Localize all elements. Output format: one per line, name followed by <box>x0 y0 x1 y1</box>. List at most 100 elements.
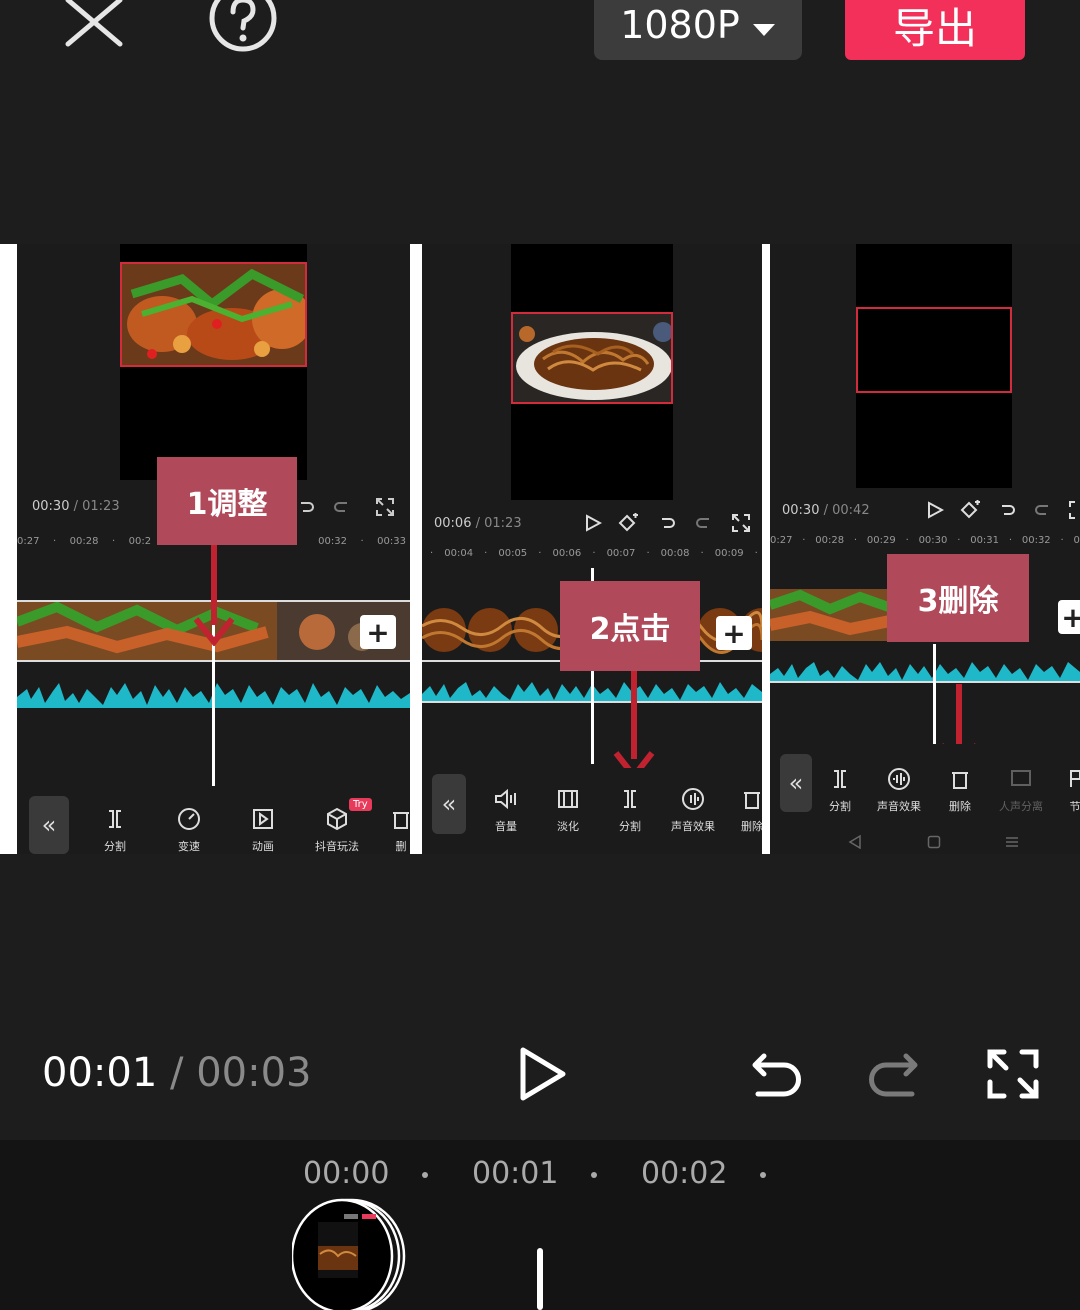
callout-step-2: 2点击 <box>560 581 700 671</box>
red-arrow-head <box>193 616 235 650</box>
collapse-toolbar-button[interactable]: « <box>780 754 812 812</box>
video-canvas <box>511 244 673 500</box>
speed-icon <box>177 806 201 832</box>
tool-delete[interactable]: 删除 <box>740 786 762 834</box>
fullscreen-icon[interactable] <box>731 513 751 537</box>
redo-icon[interactable] <box>1034 501 1052 523</box>
red-arrow <box>631 671 637 759</box>
red-arrow <box>211 545 217 625</box>
callout-step-3: 3删除 <box>887 554 1029 642</box>
undo-icon[interactable] <box>998 501 1016 523</box>
split-icon <box>105 806 125 832</box>
tool-animation[interactable]: 动画 <box>245 806 281 854</box>
fullscreen-icon[interactable] <box>1068 500 1080 524</box>
divider <box>762 244 770 854</box>
tool-split[interactable]: 分割 <box>612 786 648 834</box>
keyframe-icon[interactable] <box>618 513 640 537</box>
redo-icon[interactable] <box>333 498 351 520</box>
undo-icon[interactable] <box>297 498 315 520</box>
export-label: 导出 <box>892 3 977 53</box>
audio-waveform[interactable] <box>770 654 1080 684</box>
callout-step-1: 1调整 <box>157 457 297 545</box>
volume-icon <box>494 786 518 812</box>
toolbar: « 音量 淡化 分割 声音效果 删除 <box>422 768 762 854</box>
divider <box>0 244 17 854</box>
tool-delete[interactable]: 删除 <box>942 766 978 814</box>
tool-voice-separate[interactable]: 人声分离 <box>996 766 1046 814</box>
play-icon[interactable] <box>926 501 945 523</box>
tutorial-panel-3: 00:30 / 00:42 0:27 · 00:28 · 00:29 · 00:30 · 00:… <box>770 244 1080 854</box>
play-icon[interactable] <box>584 514 603 536</box>
timecode: 00:30 / 00:42 <box>782 503 870 518</box>
voice-separate-icon <box>1010 766 1032 792</box>
cube-icon <box>325 806 349 832</box>
food-image-selected[interactable] <box>120 262 307 367</box>
timeline-clip-thumbnail[interactable] <box>290 1196 408 1310</box>
split-icon <box>620 786 640 812</box>
collapse-toolbar-button[interactable]: « <box>432 774 466 834</box>
current-time: 00:01 <box>42 1050 158 1096</box>
redo-icon[interactable] <box>868 1050 920 1104</box>
timeline-playhead[interactable] <box>537 1248 543 1310</box>
video-canvas <box>856 244 1012 488</box>
timeline-tick: 00:01 <box>472 1156 559 1191</box>
sound-effect-icon <box>681 786 705 812</box>
nav-back-icon[interactable] <box>848 834 862 853</box>
nav-menu-icon[interactable] <box>1005 834 1019 853</box>
playback-timecode: 00:01 / 00:03 <box>42 1050 311 1096</box>
close-icon[interactable] <box>62 0 126 48</box>
sound-effect-icon <box>887 766 911 792</box>
tool-douyin-play[interactable]: 抖音玩法 <box>307 806 367 854</box>
toolbar: « 分割 声音效果 删除 人声分离 节 <box>770 744 1080 854</box>
total-time: 00:03 <box>196 1050 312 1096</box>
toolbar: « 分割 变速 动画 抖音玩法 Try 删 <box>17 792 410 854</box>
top-bar: 1080P 导出 <box>0 0 1080 90</box>
add-clip-button[interactable]: + <box>360 615 396 649</box>
add-clip-button[interactable]: + <box>716 616 752 650</box>
tutorial-panel-2: 00:06 / 01:23 · 00:04 · 00:05 · 00:06 · 00:07 · 0… <box>422 244 762 854</box>
tick-dot <box>760 1172 766 1178</box>
beat-icon <box>1068 766 1080 792</box>
resolution-label: 1080P <box>620 3 740 47</box>
tool-sound-effect[interactable]: 声音效果 <box>668 786 718 834</box>
tool-speed[interactable]: 变速 <box>171 806 207 854</box>
timeline-tick: 00:02 <box>641 1156 728 1191</box>
tool-volume[interactable]: 音量 <box>488 786 524 834</box>
fullscreen-icon[interactable] <box>375 497 395 521</box>
redo-icon[interactable] <box>695 514 713 536</box>
delete-icon <box>742 786 762 812</box>
playhead[interactable] <box>933 644 936 744</box>
resolution-dropdown[interactable]: 1080P <box>594 0 802 60</box>
split-icon <box>830 766 850 792</box>
tick-dot <box>591 1172 597 1178</box>
video-canvas <box>120 244 307 480</box>
tool-sound-effect[interactable]: 声音效果 <box>874 766 924 814</box>
tutorial-panel-1: 00:30 / 01:23 0:27 · 00:28 · 00:2 00:32 · 00:33… <box>17 244 410 854</box>
timeline-tick: 00:00 <box>303 1156 390 1191</box>
food-image-selected[interactable] <box>511 312 673 404</box>
add-clip-button[interactable]: + <box>1058 600 1080 634</box>
time-separator: / <box>170 1050 184 1096</box>
video-clip-track[interactable] <box>770 589 900 641</box>
play-icon[interactable] <box>518 1046 568 1106</box>
help-icon[interactable] <box>208 0 278 52</box>
collapse-toolbar-button[interactable]: « <box>29 796 69 854</box>
tool-split[interactable]: 分割 <box>97 806 133 854</box>
animation-icon <box>252 806 274 832</box>
tool-fade[interactable]: 淡化 <box>550 786 586 834</box>
tool-delete[interactable]: 删 <box>389 806 410 854</box>
nav-home-icon[interactable] <box>927 834 941 853</box>
delete-icon <box>950 766 970 792</box>
timecode: 00:06 / 01:23 <box>434 516 522 531</box>
empty-clip-frame[interactable] <box>856 307 1012 393</box>
undo-icon[interactable] <box>750 1050 802 1104</box>
tool-beat[interactable]: 节 <box>1066 766 1080 814</box>
time-ruler: · 00:04 · 00:05 · 00:06 · 00:07 · 00:08 · 00:09 · <box>430 548 758 559</box>
fullscreen-icon[interactable] <box>986 1048 1040 1104</box>
keyframe-icon[interactable] <box>960 500 982 524</box>
export-button[interactable]: 导出 <box>845 0 1025 60</box>
tool-split[interactable]: 分割 <box>822 766 858 814</box>
try-badge: Try <box>349 798 372 811</box>
undo-icon[interactable] <box>658 514 676 536</box>
timecode: 00:30 / 01:23 <box>32 499 120 514</box>
